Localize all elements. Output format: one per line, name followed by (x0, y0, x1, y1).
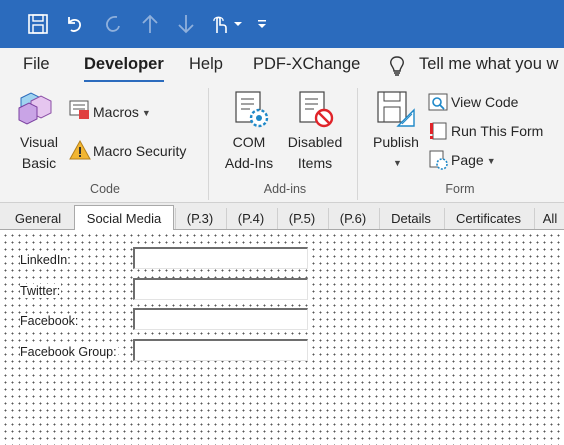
disabled-items-icon (299, 91, 334, 128)
twitter-input[interactable] (133, 278, 308, 300)
tab-p3[interactable]: (P.3) (175, 208, 224, 229)
undo-icon[interactable] (60, 10, 88, 38)
touch-mode-icon[interactable] (205, 10, 233, 38)
macros-dropdown-icon: ▼ (141, 107, 151, 118)
warning-icon (69, 140, 91, 160)
ribbon: Visual Basic Macros ▼ Macro Security Code… (0, 82, 564, 203)
visual-basic-label-1: Visual (20, 134, 58, 150)
macros-icon (69, 100, 89, 119)
facebook-group-input[interactable] (133, 339, 308, 361)
view-code-label: View Code (451, 94, 519, 110)
run-this-form-label: Run This Form (451, 123, 544, 139)
visual-basic-icon (18, 92, 52, 125)
com-addins-icon (235, 91, 269, 128)
tab-details[interactable]: Details (379, 208, 442, 229)
run-form-icon (430, 122, 447, 140)
form-page-tabs: General Social Media (P.3) (P.4) (P.5) (… (0, 203, 564, 231)
dropdown-icon[interactable] (232, 10, 244, 38)
form-group-label: Form (445, 182, 475, 196)
move-up-icon[interactable] (136, 10, 164, 38)
menu-file[interactable]: File (23, 55, 50, 74)
twitter-label: Twitter: (20, 284, 62, 298)
quick-access-toolbar (0, 0, 564, 48)
page-label: Page (451, 152, 484, 168)
ribbon-separator (357, 88, 358, 200)
customize-icon[interactable] (256, 10, 268, 38)
tab-social-media[interactable]: Social Media (74, 205, 174, 231)
move-down-icon[interactable] (172, 10, 200, 38)
tab-p5[interactable]: (P.5) (277, 208, 326, 229)
com-label-2: Add-Ins (224, 155, 274, 171)
code-group-label: Code (90, 182, 120, 196)
publish-dropdown-icon: ▼ (393, 158, 402, 168)
ribbon-separator (208, 88, 209, 200)
facebook-group-label: Facebook Group: (20, 345, 118, 359)
menu-developer[interactable]: Developer (84, 55, 164, 74)
page-dropdown-icon: ▼ (486, 155, 496, 166)
publish-label: Publish (373, 134, 419, 150)
visual-basic-label-2: Basic (21, 155, 57, 171)
tab-p6[interactable]: (P.6) (328, 208, 377, 229)
redo-icon[interactable] (98, 10, 126, 38)
menu-bar: File Developer Help PDF-XChange Tell me … (0, 48, 564, 82)
tab-p4[interactable]: (P.4) (226, 208, 275, 229)
disabled-label-2: Items (297, 155, 333, 171)
tab-certificates[interactable]: Certificates (444, 208, 532, 229)
macros-label: Macros (93, 104, 139, 120)
facebook-label: Facebook: (20, 314, 80, 328)
facebook-input[interactable] (133, 308, 308, 330)
linkedin-label: LinkedIn: (20, 253, 72, 267)
com-label-1: COM (232, 134, 266, 150)
lightbulb-icon (390, 56, 404, 76)
publish-icon (377, 91, 415, 127)
menu-help[interactable]: Help (189, 55, 223, 74)
linkedin-input[interactable] (133, 247, 308, 269)
disabled-label-1: Disabled (287, 134, 343, 150)
tab-all[interactable]: All (534, 208, 564, 229)
addins-group-label: Add-ins (263, 182, 307, 196)
macro-security-label: Macro Security (93, 143, 187, 159)
tell-me-search[interactable]: Tell me what you w (419, 55, 558, 74)
save-icon[interactable] (24, 10, 52, 38)
tab-general[interactable]: General (6, 208, 70, 229)
view-code-icon (428, 93, 448, 111)
menu-pdf-xchange[interactable]: PDF-XChange (253, 55, 360, 74)
form-design-canvas[interactable]: LinkedIn: Twitter: Facebook: Facebook Gr… (0, 230, 564, 445)
page-icon (429, 150, 448, 170)
